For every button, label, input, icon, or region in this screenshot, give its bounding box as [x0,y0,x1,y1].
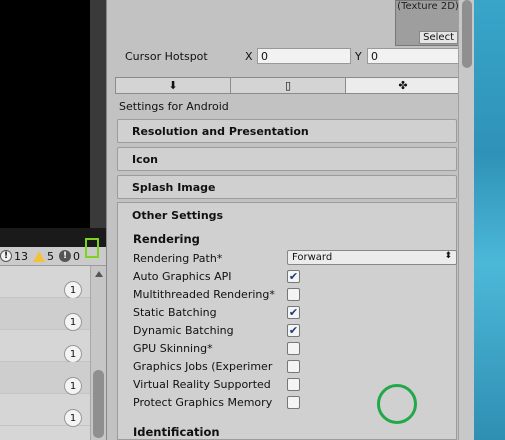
warning-count: 5 [47,249,54,263]
info-counter[interactable]: ! 13 [0,250,28,263]
tab-standalone[interactable]: ⬇ [116,78,231,93]
option-row: GPU Skinning* [133,340,453,358]
tab-android[interactable]: ✤ [346,78,460,93]
error-count: 0 [73,249,80,263]
protect-graphics-memory-checkbox[interactable] [287,396,300,409]
error-icon: ! [59,250,71,262]
console-scrollbar[interactable] [90,266,106,440]
scroll-thumb[interactable] [93,370,104,438]
rendering-path-select[interactable]: Forward ⬍ [287,250,457,265]
collapse-count-badge: 1 [64,281,82,299]
gpu-skinning-checkbox[interactable] [287,342,300,355]
option-row: Multithreaded Rendering* [133,286,453,304]
warning-counter[interactable]: 5 [33,250,54,263]
section-splash[interactable]: Splash Image [117,175,457,199]
hotspot-y-field[interactable]: 0 [367,48,461,64]
option-row: Static Batching ✔ [133,304,453,322]
settings-title: Settings for Android [119,100,229,113]
x-label: X [245,50,253,63]
dropdown-caret-icon: ⬍ [444,251,452,261]
option-label: Multithreaded Rendering* [133,288,275,301]
error-counter[interactable]: ! 0 [59,250,80,263]
auto-graphics-api-checkbox[interactable]: ✔ [287,270,300,283]
inspector-scrollbar[interactable] [458,0,474,440]
option-label: Static Batching [133,306,217,319]
info-count: 13 [14,249,28,263]
rendering-path-row: Rendering Path* Forward ⬍ [133,250,457,268]
option-row: Dynamic Batching ✔ [133,322,453,340]
static-batching-checkbox[interactable]: ✔ [287,306,300,319]
section-icon[interactable]: Icon [117,147,457,171]
cursor-hotspot-label: Cursor Hotspot [125,50,208,63]
mobile-icon: ▯ [284,79,292,92]
rendering-path-label: Rendering Path* [133,252,223,265]
option-label: Virtual Reality Supported [133,378,271,391]
platform-tabs: ⬇ ▯ ✤ [115,77,461,94]
tab-ios[interactable]: ▯ [231,78,346,93]
console-row[interactable]: 1 [0,362,90,395]
option-row: Auto Graphics API ✔ [133,268,453,286]
texture-name: (Texture 2D) [397,1,459,12]
download-icon: ⬇ [168,79,178,92]
inspector-panel: (Texture 2D) Select Cursor Hotspot X 0 Y… [106,0,474,440]
console-row[interactable]: 1 [0,330,90,363]
desktop-background [474,0,505,440]
warning-icon [33,250,45,262]
virtual-reality-checkbox[interactable] [287,378,300,391]
section-resolution[interactable]: Resolution and Presentation [117,119,457,143]
select-button[interactable]: Select [419,31,458,44]
dynamic-batching-checkbox[interactable]: ✔ [287,324,300,337]
cursor-texture-preview[interactable]: (Texture 2D) Select [395,0,461,46]
graphics-jobs-checkbox[interactable] [287,360,300,373]
scroll-up-icon[interactable] [94,271,103,277]
option-label: Graphics Jobs (Experimer [133,360,273,373]
collapse-count-badge: 1 [64,409,82,427]
y-label: Y [355,50,362,63]
panel-divider [90,0,106,228]
option-label: GPU Skinning* [133,342,213,355]
scene-view[interactable] [0,0,90,228]
option-label: Protect Graphics Memory [133,396,273,409]
console-row[interactable]: 1 [0,394,90,427]
identification-title: Identification [133,425,220,439]
rendering-path-value: Forward [292,252,333,263]
info-icon: ! [0,250,12,262]
cursor-hotspot-row: Cursor Hotspot X 0 Y 0 [125,48,465,66]
collapse-count-badge: 1 [64,377,82,395]
hotspot-x-field[interactable]: 0 [257,48,351,64]
android-icon: ✤ [398,79,408,92]
console-row[interactable]: 1 [0,298,90,331]
option-row: Graphics Jobs (Experimer [133,358,453,376]
multithreaded-rendering-checkbox[interactable] [287,288,300,301]
console-menu-button[interactable] [85,238,99,258]
other-settings-header[interactable]: Other Settings [118,203,456,227]
option-label: Auto Graphics API [133,270,232,283]
scroll-thumb[interactable] [462,0,472,68]
highlight-annotation [377,384,417,424]
rendering-title: Rendering [133,232,200,246]
collapse-count-badge: 1 [64,345,82,363]
console-row[interactable]: 1 [0,266,90,299]
option-label: Dynamic Batching [133,324,234,337]
console-log-list: 1 1 1 1 1 [0,266,90,440]
collapse-count-badge: 1 [64,313,82,331]
